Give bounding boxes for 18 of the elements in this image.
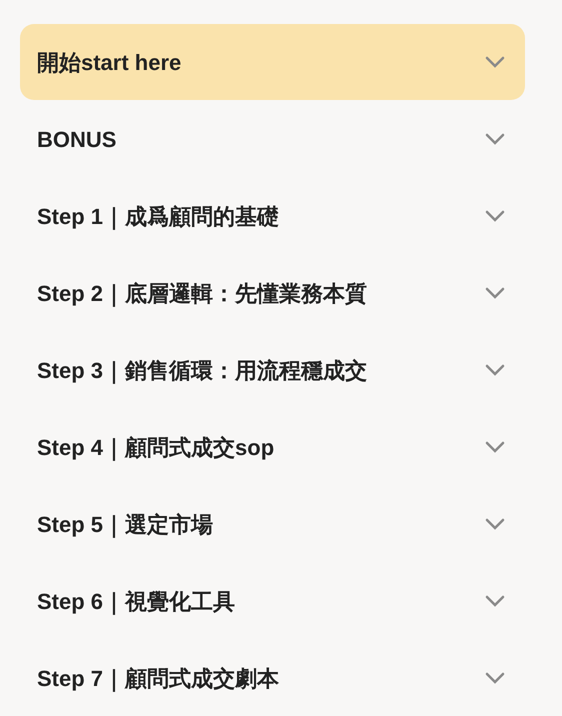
menu-item[interactable]: Step 1｜成爲顧問的基礎 [20,178,525,254]
menu-item[interactable]: Step 4｜顧問式成交sop [20,409,525,485]
menu-item[interactable]: BONUS [20,101,525,177]
chevron-down-icon [485,364,505,376]
chevron-down-icon [485,441,505,453]
chevron-down-icon [485,287,505,299]
menu-item[interactable]: Step 6｜視覺化工具 [20,563,525,639]
chevron-down-icon [485,518,505,530]
chevron-down-icon [485,210,505,222]
chevron-down-icon [485,56,505,68]
chevron-down-icon [485,133,505,145]
chevron-down-icon [485,595,505,607]
menu-item[interactable]: 開始start here [20,24,525,100]
menu-item[interactable]: Step 5｜選定市場 [20,486,525,562]
menu-item[interactable]: Step 3｜銷售循環：用流程穩成交 [20,332,525,408]
chevron-down-icon [485,672,505,684]
menu-item[interactable]: Step 2｜底層邏輯：先懂業務本質 [20,255,525,331]
menu-item[interactable]: Step 7｜顧問式成交劇本 [20,640,525,716]
